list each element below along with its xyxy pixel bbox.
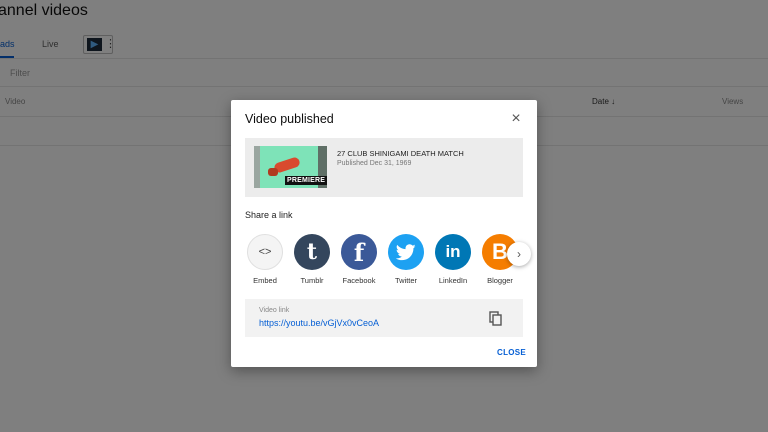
close-button[interactable]: CLOSE [497, 348, 526, 357]
share-item-label: Blogger [487, 276, 513, 285]
video-published-date: Published Dec 31, 1969 [337, 160, 412, 167]
video-card: PREMIERE 27 CLUB SHINIGAMI DEATH MATCH P… [245, 138, 523, 197]
close-icon[interactable]: × [507, 110, 525, 128]
share-item-label: Embed [253, 276, 277, 285]
tumblr-icon: t [294, 234, 330, 270]
copy-icon[interactable] [489, 311, 503, 327]
share-twitter-button[interactable]: Twitter [382, 234, 430, 285]
linkedin-icon: in [435, 234, 471, 270]
chevron-right-icon[interactable]: › [507, 242, 531, 266]
premiere-badge: PREMIERE [285, 176, 327, 185]
facebook-icon: f [341, 234, 377, 270]
video-link-label: Video link [259, 307, 290, 314]
twitter-icon [388, 234, 424, 270]
share-item-label: Twitter [394, 276, 418, 285]
dialog-title: Video published [245, 112, 334, 126]
share-item-label: Facebook [342, 276, 376, 285]
video-thumbnail[interactable]: PREMIERE [254, 146, 327, 188]
share-tumblr-button[interactable]: t Tumblr [288, 234, 336, 285]
video-link-url[interactable]: https://youtu.be/vGjVx0vCeoA [259, 318, 379, 328]
share-label: Share a link [245, 210, 293, 220]
video-title: 27 CLUB SHINIGAMI DEATH MATCH [337, 149, 464, 158]
share-item-label: LinkedIn [438, 276, 468, 285]
share-embed-button[interactable]: <> Embed [241, 234, 289, 285]
share-linkedin-button[interactable]: in LinkedIn [429, 234, 477, 285]
video-link-box: Video link https://youtu.be/vGjVx0vCeoA [245, 299, 523, 337]
share-item-label: Tumblr [300, 276, 324, 285]
video-published-dialog: Video published × PREMIERE 27 CLUB SHINI… [231, 100, 537, 367]
share-facebook-button[interactable]: f Facebook [335, 234, 383, 285]
embed-icon: <> [247, 234, 283, 270]
